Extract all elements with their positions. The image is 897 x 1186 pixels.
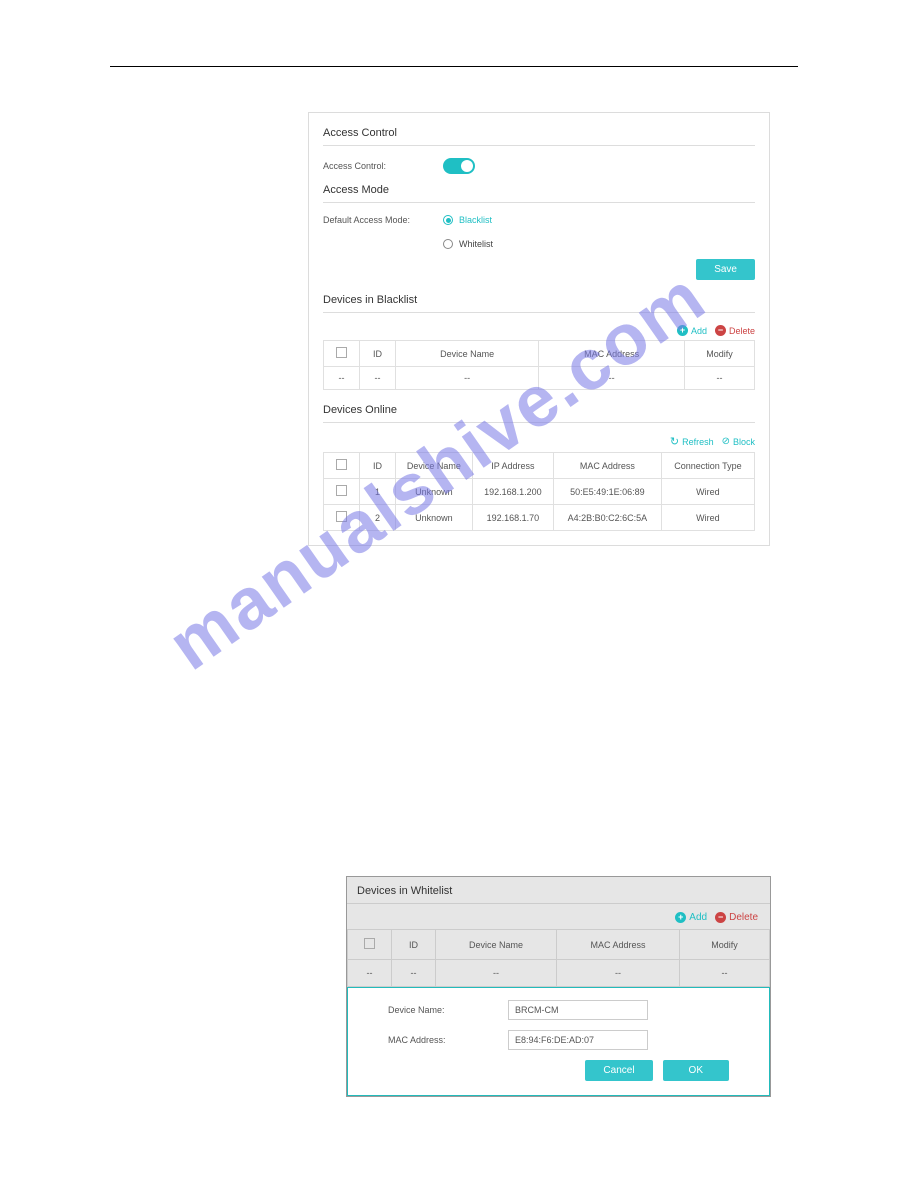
col-conn: Connection Type: [661, 453, 754, 479]
online-table: ID Device Name IP Address MAC Address Co…: [323, 452, 755, 531]
checkbox-all[interactable]: [336, 459, 347, 470]
checkbox-row[interactable]: [336, 511, 347, 522]
whitelist-form: Device Name: MAC Address: Cancel OK: [347, 987, 770, 1096]
whitelist-table: ID Device Name MAC Address Modify -- -- …: [347, 929, 770, 987]
block-button[interactable]: Block: [722, 436, 755, 447]
table-row: 2 Unknown 192.168.1.70 A4:2B:B0:C2:6C:5A…: [324, 505, 755, 531]
section-online: Devices Online: [323, 404, 755, 423]
access-control-toggle[interactable]: [443, 158, 475, 174]
col-mac: MAC Address: [557, 930, 680, 960]
col-id: ID: [360, 341, 396, 367]
mac-address-label: MAC Address:: [388, 1035, 508, 1045]
minus-icon: −: [715, 325, 726, 336]
section-access-control: Access Control: [323, 127, 755, 146]
section-whitelist: Devices in Whitelist: [347, 877, 770, 904]
checkbox-all[interactable]: [364, 938, 375, 949]
default-mode-label: Default Access Mode:: [323, 215, 443, 225]
table-row: 1 Unknown 192.168.1.200 50:E5:49:1E:06:8…: [324, 479, 755, 505]
radio-blacklist-label: Blacklist: [459, 215, 492, 225]
table-row: -- -- -- -- --: [348, 960, 770, 987]
mac-address-input[interactable]: [508, 1030, 648, 1050]
col-id: ID: [360, 453, 396, 479]
radio-blacklist[interactable]: Blacklist: [443, 215, 493, 225]
add-label: Add: [689, 912, 707, 923]
block-icon: [722, 436, 730, 447]
radio-icon: [443, 215, 453, 225]
col-ip: IP Address: [472, 453, 553, 479]
page-rule: [110, 66, 798, 67]
checkbox-row[interactable]: [336, 485, 347, 496]
device-name-label: Device Name:: [388, 1005, 508, 1015]
section-blacklist: Devices in Blacklist: [323, 294, 755, 313]
table-row: -- -- -- -- --: [324, 367, 755, 390]
whitelist-panel: Devices in Whitelist + Add − Delete ID D…: [346, 876, 771, 1097]
col-modify: Modify: [685, 341, 755, 367]
add-button[interactable]: + Add: [677, 325, 707, 336]
minus-icon: −: [715, 912, 726, 923]
col-device: Device Name: [396, 341, 539, 367]
ok-button[interactable]: OK: [663, 1060, 729, 1081]
access-control-panel: Access Control Access Control: Access Mo…: [308, 112, 770, 546]
col-device: Device Name: [436, 930, 557, 960]
delete-button[interactable]: − Delete: [715, 912, 758, 923]
delete-label: Delete: [729, 912, 758, 923]
table-header-row: ID Device Name MAC Address Modify: [348, 930, 770, 960]
table-header-row: ID Device Name MAC Address Modify: [324, 341, 755, 367]
plus-icon: +: [675, 912, 686, 923]
device-name-input[interactable]: [508, 1000, 648, 1020]
cancel-button[interactable]: Cancel: [585, 1060, 652, 1081]
add-label: Add: [691, 326, 707, 336]
block-label: Block: [733, 437, 755, 447]
col-mac: MAC Address: [553, 453, 661, 479]
col-mac: MAC Address: [539, 341, 685, 367]
col-modify: Modify: [680, 930, 770, 960]
col-device: Device Name: [396, 453, 473, 479]
table-header-row: ID Device Name IP Address MAC Address Co…: [324, 453, 755, 479]
refresh-icon: [670, 435, 679, 448]
plus-icon: +: [677, 325, 688, 336]
save-button[interactable]: Save: [696, 259, 755, 280]
access-control-label: Access Control:: [323, 161, 443, 171]
delete-button[interactable]: − Delete: [715, 325, 755, 336]
section-access-mode: Access Mode: [323, 184, 755, 203]
delete-label: Delete: [729, 326, 755, 336]
radio-icon: [443, 239, 453, 249]
refresh-button[interactable]: Refresh: [670, 435, 714, 448]
refresh-label: Refresh: [682, 437, 714, 447]
col-id: ID: [392, 930, 436, 960]
add-button[interactable]: + Add: [675, 912, 707, 923]
checkbox-all[interactable]: [336, 347, 347, 358]
radio-whitelist-label: Whitelist: [459, 239, 493, 249]
blacklist-table: ID Device Name MAC Address Modify -- -- …: [323, 340, 755, 390]
radio-whitelist[interactable]: Whitelist: [443, 239, 493, 249]
